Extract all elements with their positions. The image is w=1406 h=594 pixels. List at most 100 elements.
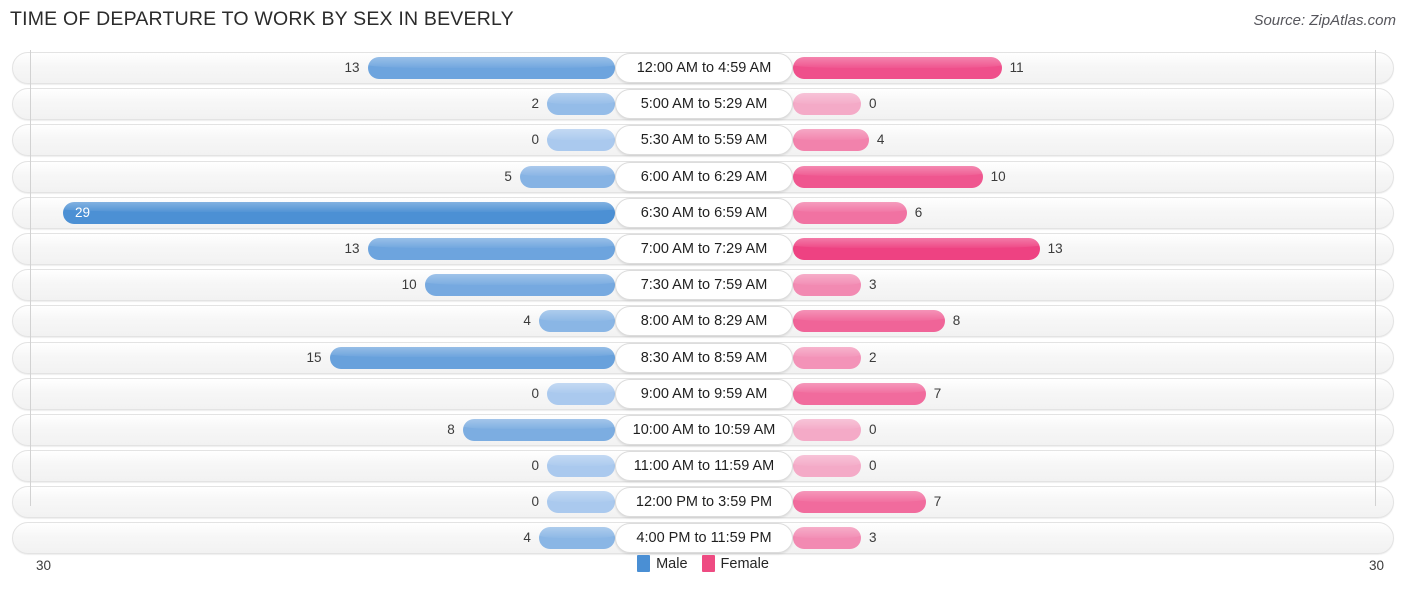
male-value-label: 4	[523, 530, 531, 546]
female-value-label: 0	[869, 421, 877, 437]
bar-row: 10 3 7:30 AM to 7:59 AM	[0, 267, 1406, 303]
bar-row: 8 0 10:00 AM to 10:59 AM	[0, 412, 1406, 448]
male-bar[interactable]	[547, 129, 615, 152]
category-label: 5:00 AM to 5:29 AM	[615, 89, 793, 120]
female-bar[interactable]	[793, 527, 861, 550]
chart-container: TIME OF DEPARTURE TO WORK BY SEX IN BEVE…	[0, 0, 1406, 594]
male-bar[interactable]	[547, 382, 615, 405]
male-value-label: 4	[523, 313, 531, 329]
category-label: 5:30 AM to 5:59 AM	[615, 125, 793, 156]
female-value-label: 10	[990, 168, 1006, 184]
bar-highlight	[547, 93, 615, 104]
male-bar[interactable]	[63, 201, 615, 224]
category-label: 10:00 AM to 10:59 AM	[615, 414, 793, 445]
bar-highlight	[793, 491, 926, 502]
bar-highlight	[519, 165, 615, 177]
category-label: 4:00 PM to 11:59 PM	[615, 523, 793, 554]
bar-highlight	[462, 418, 615, 430]
male-bar[interactable]	[329, 346, 615, 369]
female-value-label: 8	[952, 313, 961, 329]
category-label: 6:00 AM to 6:29 AM	[615, 161, 793, 192]
male-value-label: 5	[504, 168, 512, 184]
page-title: TIME OF DEPARTURE TO WORK BY SEX IN BEVE…	[10, 8, 514, 30]
bar-highlight	[793, 93, 861, 104]
category-label: 12:00 AM to 4:59 AM	[615, 53, 793, 83]
male-bar[interactable]	[538, 527, 615, 550]
female-value-label: 2	[869, 349, 877, 365]
bar-row: 29 6 6:30 AM to 6:59 AM	[0, 195, 1406, 231]
female-bar[interactable]	[793, 346, 861, 369]
male-bar[interactable]	[547, 93, 615, 116]
male-bar[interactable]	[367, 57, 615, 79]
male-value-label: 15	[306, 349, 322, 365]
bar-row: 0 0 11:00 AM to 11:59 AM	[0, 448, 1406, 484]
bar-highlight	[793, 382, 926, 394]
female-bar[interactable]	[793, 129, 869, 152]
male-bar[interactable]	[367, 237, 615, 260]
category-label: 7:30 AM to 7:59 AM	[615, 270, 793, 301]
bar-highlight	[793, 165, 983, 177]
bar-highlight	[547, 455, 615, 466]
female-value-label: 7	[933, 494, 942, 510]
legend-swatch-male	[637, 555, 651, 572]
bar-highlight	[367, 237, 615, 249]
female-bar[interactable]	[793, 57, 1002, 79]
bar-row: 0 7 12:00 PM to 3:59 PM	[0, 484, 1406, 520]
bar-rows: 13 11 12:00 AM to 4:59 AM 2 0 5:00 AM to 5:29…	[0, 50, 1406, 557]
female-bar[interactable]	[793, 165, 983, 188]
category-label: 11:00 AM to 11:59 AM	[615, 451, 793, 482]
female-bar[interactable]	[793, 455, 861, 478]
female-bar[interactable]	[793, 418, 861, 441]
bar-highlight	[793, 310, 945, 321]
female-bar[interactable]	[793, 201, 907, 224]
category-label: 8:30 AM to 8:59 AM	[615, 342, 793, 373]
female-value-label: 3	[869, 530, 877, 546]
male-bar[interactable]	[547, 491, 615, 514]
legend-label: Male	[656, 555, 688, 572]
bar-row: 4 8 8:00 AM to 8:29 AM	[0, 303, 1406, 339]
bar-highlight	[367, 57, 615, 68]
female-value-label: 6	[914, 204, 923, 220]
female-bar[interactable]	[793, 310, 945, 333]
bar-row: 0 7 9:00 AM to 9:59 AM	[0, 376, 1406, 412]
category-label: 6:30 AM to 6:59 AM	[615, 197, 793, 228]
bar-highlight	[793, 346, 861, 358]
female-value-label: 7	[933, 385, 942, 401]
female-value-label: 3	[869, 277, 877, 293]
male-value-label: 0	[531, 385, 539, 401]
bar-highlight	[793, 57, 1002, 68]
female-bar[interactable]	[793, 491, 926, 514]
bar-highlight	[329, 346, 615, 358]
axis-line-left	[30, 50, 31, 506]
male-value-label: 8	[447, 421, 455, 437]
legend-label: Female	[720, 555, 769, 572]
male-value-label: 29	[75, 204, 91, 220]
female-value-label: 4	[876, 132, 885, 148]
male-bar[interactable]	[519, 165, 615, 188]
bar-highlight	[793, 237, 1040, 249]
bar-row: 15 2 8:30 AM to 8:59 AM	[0, 340, 1406, 376]
female-bar[interactable]	[793, 382, 926, 405]
male-bar[interactable]	[547, 455, 615, 478]
legend-item-female[interactable]: Female	[701, 555, 769, 572]
legend-item-male[interactable]: Male	[637, 555, 688, 572]
female-bar[interactable]	[793, 274, 861, 297]
male-bar[interactable]	[424, 274, 615, 297]
male-bar[interactable]	[462, 418, 615, 441]
bar-row: 5 10 6:00 AM to 6:29 AM	[0, 159, 1406, 195]
female-bar[interactable]	[793, 93, 861, 116]
category-label: 9:00 AM to 9:59 AM	[615, 378, 793, 409]
female-bar[interactable]	[793, 237, 1040, 260]
female-value-label: 0	[869, 96, 877, 112]
male-value-label: 0	[531, 494, 539, 510]
bar-highlight	[538, 527, 615, 538]
bar-row: 4 3 4:00 PM to 11:59 PM	[0, 520, 1406, 556]
legend-swatch-female	[701, 555, 715, 572]
chart-legend: Male Female	[0, 555, 1406, 572]
category-label: 7:00 AM to 7:29 AM	[615, 233, 793, 264]
male-bar[interactable]	[538, 310, 615, 333]
male-value-label: 13	[344, 240, 360, 256]
male-value-label: 0	[531, 458, 539, 474]
bar-highlight	[793, 274, 861, 285]
female-value-label: 0	[869, 458, 877, 474]
